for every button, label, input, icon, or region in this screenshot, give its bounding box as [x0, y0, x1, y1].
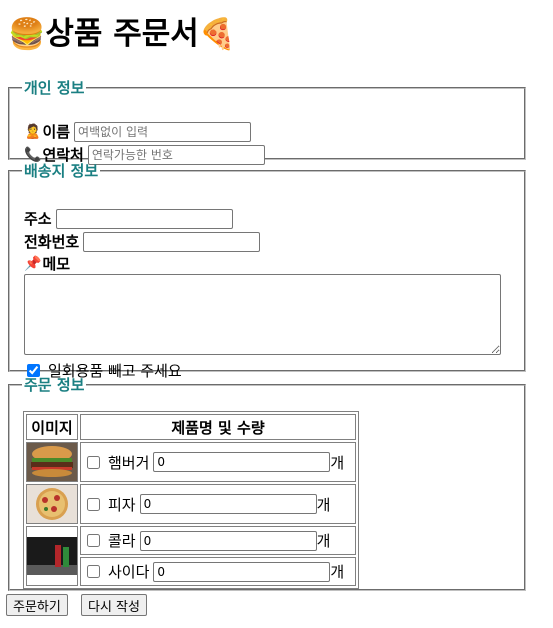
order-table: 이미지 제품명 및 수량 햄버거 개 [23, 411, 359, 589]
shipping-info-fieldset: 배송지 정보 주소 전화번호 📌 메모 일회용품 빼고 주세요 [8, 162, 526, 380]
personal-info-fieldset: 개인 정보 🙎 이름 📞 연락처 [8, 79, 526, 165]
cola-qty-input[interactable] [139, 530, 317, 551]
reset-button[interactable]: 다시 작성 [81, 594, 147, 616]
name-label: 이름 [42, 123, 71, 141]
burger-unit: 개 [330, 453, 345, 472]
submit-button[interactable]: 주문하기 [6, 594, 68, 616]
cider-checkbox[interactable] [87, 565, 100, 578]
cider-qty-input[interactable] [153, 561, 331, 582]
cola-product-cell: 콜라 개 [80, 526, 356, 555]
pizza-image-cell [26, 484, 78, 524]
page-title-text: 상품 주문서 [45, 16, 199, 52]
list-item: 피자 개 [81, 491, 355, 518]
pushpin-icon: 📌 [24, 255, 42, 272]
pizza-image [27, 485, 77, 523]
list-item: 햄버거 개 [81, 449, 355, 476]
order-info-legend: 주문 정보 [24, 376, 85, 394]
col-image-header: 이미지 [26, 414, 78, 440]
burger-image-cell [26, 442, 78, 482]
page-title: 🍔상품 주문서🍕 [8, 10, 236, 59]
name-row: 🙎 이름 [24, 121, 252, 142]
memo-row: 📌 메모 [24, 253, 70, 274]
address-input[interactable] [55, 208, 233, 229]
cider-name: 사이다 [108, 563, 150, 581]
burger-qty-input[interactable] [153, 452, 331, 472]
person-icon: 🙎 [24, 123, 42, 140]
cola-name: 콜라 [108, 532, 136, 550]
address-label: 주소 [24, 210, 52, 228]
pizza-name: 피자 [108, 495, 136, 514]
drinks-image-cell [26, 526, 78, 586]
tel-input[interactable] [83, 231, 261, 252]
pizza-checkbox[interactable] [87, 497, 100, 511]
burger-checkbox[interactable] [87, 455, 100, 469]
table-row: 햄버거 개 [26, 442, 356, 482]
personal-info-legend: 개인 정보 [24, 79, 85, 97]
pizza-icon: 🍕 [198, 17, 237, 52]
cola-unit: 개 [316, 532, 331, 550]
cider-product-cell: 사이다 개 [80, 557, 356, 586]
col-product-header: 제품명 및 수량 [80, 414, 356, 440]
memo-label: 메모 [42, 255, 71, 273]
drinks-image [27, 537, 77, 575]
order-info-fieldset: 주문 정보 이미지 제품명 및 수량 햄버거 0 개 피자 0 개 콜라 0 개… [8, 376, 526, 591]
cider-unit: 개 [330, 563, 345, 581]
table-row: 콜라 개 [26, 526, 356, 586]
table-row: 피자 개 [26, 484, 356, 524]
burger-product-cell: 햄버거 개 [80, 442, 356, 482]
phone-icon: 📞 [24, 146, 42, 163]
burger-name: 햄버거 [108, 453, 150, 472]
table-header-row: 이미지 제품명 및 수량 [26, 414, 356, 440]
burger-image [27, 443, 77, 481]
list-item: 사이다 개 [81, 558, 355, 585]
shipping-info-legend: 배송지 정보 [24, 162, 99, 180]
pizza-qty-input[interactable] [139, 494, 317, 514]
tel-row: 전화번호 [24, 231, 261, 252]
pizza-product-cell: 피자 개 [80, 484, 356, 524]
burger-icon: 🍔 [8, 17, 46, 52]
cola-checkbox[interactable] [87, 534, 100, 547]
list-item: 콜라 개 [81, 527, 355, 554]
memo-textarea[interactable] [24, 274, 501, 355]
pizza-unit: 개 [316, 495, 331, 514]
name-input[interactable] [74, 121, 252, 142]
address-row: 주소 [24, 208, 233, 229]
tel-label: 전화번호 [24, 233, 80, 251]
